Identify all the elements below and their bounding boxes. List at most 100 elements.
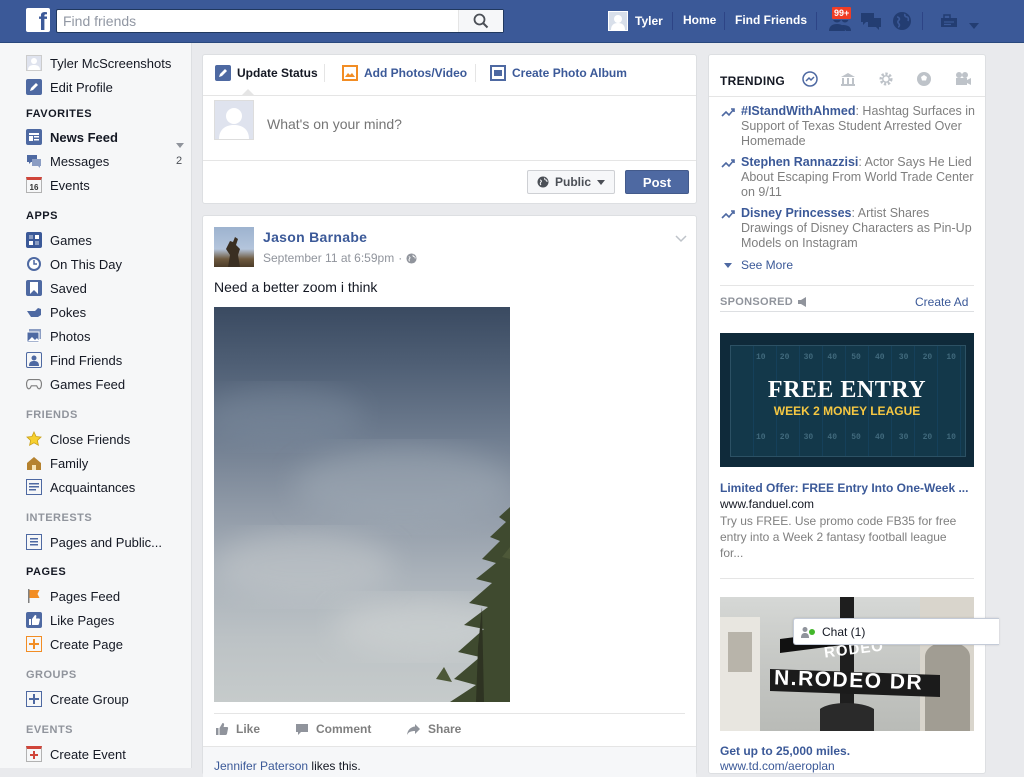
ad-subheadline-graphic: WEEK 2 MONEY LEAGUE <box>773 404 921 418</box>
ad-url[interactable]: www.fanduel.com <box>720 497 814 511</box>
nav-divider <box>816 12 817 30</box>
share-button[interactable]: Share <box>406 722 461 736</box>
sidebar-item-like-pages[interactable]: Like Pages <box>26 610 114 630</box>
post-photo[interactable] <box>214 307 510 702</box>
sidebar-item-saved[interactable]: Saved <box>26 278 87 298</box>
privacy-selector[interactable]: Public <box>527 170 615 194</box>
tab-add-photos-video[interactable]: Add Photos/Video <box>342 65 467 81</box>
trending-topic[interactable]: Stephen Rannazzisi <box>741 155 858 169</box>
tab-trending-science[interactable] <box>878 71 894 92</box>
create-ad-link[interactable]: Create Ad <box>915 295 968 309</box>
post-timestamp[interactable]: September 11 at 6:59pm <box>263 251 394 265</box>
sidebar-item-label: Create Page <box>50 636 123 652</box>
tab-trending-politics[interactable] <box>840 71 856 92</box>
post-button[interactable]: Post <box>625 170 689 194</box>
home-link[interactable]: Home <box>683 13 716 27</box>
sidebar-item-find-friends[interactable]: Find Friends <box>26 350 122 370</box>
sidebar-item-pages-feed[interactable]: Pages Feed <box>26 586 120 606</box>
divider <box>203 95 696 96</box>
thumbs-up-icon <box>26 612 42 628</box>
status-input[interactable] <box>265 115 669 133</box>
trending-arrow-icon <box>802 71 818 87</box>
section-interests[interactable]: INTERESTS <box>26 512 92 524</box>
divider <box>720 285 974 286</box>
comment-label: Comment <box>316 722 372 736</box>
tree-silhouette <box>214 387 510 702</box>
trending-topic[interactable]: Disney Princesses <box>741 206 852 220</box>
author-name[interactable]: Jason Barnabe <box>263 229 367 245</box>
tab-update-status[interactable]: Update Status <box>215 65 318 81</box>
find-friends-icon <box>26 352 42 368</box>
section-events[interactable]: EVENTS <box>26 724 73 736</box>
edit-profile-link[interactable]: Edit Profile <box>26 77 113 97</box>
notifications-jewel[interactable] <box>892 11 912 36</box>
globe-icon <box>406 252 417 264</box>
trending-arrow-icon <box>721 210 735 219</box>
top-bar: f Tyler Home Find Friends 99+ <box>0 0 1024 43</box>
section-friends[interactable]: FRIENDS <box>26 409 78 421</box>
sidebar-item-on-this-day[interactable]: On This Day <box>26 254 122 274</box>
facebook-logo[interactable]: f <box>26 8 50 32</box>
search-input[interactable] <box>57 10 463 32</box>
user-avatar <box>608 11 628 31</box>
trending-topic[interactable]: #IStandWithAhmed <box>741 104 855 118</box>
search-button[interactable] <box>458 10 503 32</box>
tab-trending-top[interactable] <box>802 71 818 92</box>
sidebar-item-create-event[interactable]: Create Event <box>26 744 126 764</box>
liker-name[interactable]: Jennifer Paterson <box>214 759 308 773</box>
tab-create-photo-album[interactable]: Create Photo Album <box>490 65 627 81</box>
ad-url[interactable]: www.td.com/aeroplan <box>720 759 835 773</box>
sidebar-item-create-group[interactable]: Create Group <box>26 689 129 709</box>
divider <box>720 311 974 312</box>
see-more-link[interactable]: See More <box>724 258 793 272</box>
news-feed-options[interactable] <box>176 135 184 153</box>
composer-avatar <box>214 100 254 140</box>
sidebar-item-messages[interactable]: Messages <box>26 151 109 171</box>
sidebar-item-label: Events <box>50 177 90 193</box>
sidebar-item-news-feed[interactable]: News Feed <box>26 127 118 147</box>
sidebar-item-create-page[interactable]: Create Page <box>26 634 123 654</box>
photo-icon <box>342 65 358 81</box>
plus-icon <box>26 691 42 707</box>
comment-button[interactable]: Comment <box>295 722 371 736</box>
sidebar-item-label: Family <box>50 455 89 471</box>
ad-title[interactable]: Limited Offer: FREE Entry Into One-Week … <box>720 481 974 495</box>
messages-icon <box>861 13 881 30</box>
messages-jewel[interactable] <box>860 11 882 36</box>
find-friends-link[interactable]: Find Friends <box>735 13 807 27</box>
sidebar-item-pokes[interactable]: Pokes <box>26 302 86 322</box>
acquaintances-icon <box>26 479 42 495</box>
ad-body: Try us FREE. Use promo code FB35 for fre… <box>720 514 957 560</box>
sidebar-item-games[interactable]: Games <box>26 230 92 250</box>
story-options[interactable] <box>675 230 687 248</box>
sidebar-item-events[interactable]: 16 Events <box>26 175 90 195</box>
plus-icon <box>26 746 42 762</box>
ad-title[interactable]: Get up to 25,000 miles. <box>720 744 850 758</box>
profile-shortcut[interactable]: Tyler McScreenshots <box>26 53 171 73</box>
trending-item[interactable]: Stephen Rannazzisi: Actor Says He Lied A… <box>720 155 981 200</box>
sidebar-item-acquaintances[interactable]: Acquaintances <box>26 477 135 497</box>
chat-tab[interactable]: Chat (1) <box>793 618 999 645</box>
tab-trending-sports[interactable] <box>916 71 932 92</box>
globe-icon <box>537 176 549 188</box>
account-menu[interactable] <box>968 17 980 35</box>
tab-divider <box>324 64 325 82</box>
author-avatar[interactable] <box>214 227 254 267</box>
sidebar-item-photos[interactable]: Photos <box>26 326 90 346</box>
trending-item[interactable]: #IStandWithAhmed: Hashtag Surfaces in Su… <box>720 104 981 149</box>
trending-item[interactable]: Disney Princesses: Artist Shares Drawing… <box>720 206 981 251</box>
like-button[interactable]: Like <box>215 722 260 736</box>
ad-image-fanduel[interactable]: 10 20 30 40 50 40 30 20 10 10 20 30 40 50 40 30 20 10 FR… <box>720 333 974 467</box>
section-favorites: FAVORITES <box>26 108 93 120</box>
trending-arrow-icon <box>721 108 735 117</box>
privacy-shortcuts[interactable] <box>940 14 958 33</box>
tab-trending-entertainment[interactable] <box>954 71 972 92</box>
profile-link[interactable]: Tyler <box>608 11 663 31</box>
sidebar-item-games-feed[interactable]: Games Feed <box>26 374 125 394</box>
sidebar-item-close-friends[interactable]: Close Friends <box>26 429 130 449</box>
sidebar-item-family[interactable]: Family <box>26 453 88 473</box>
section-groups[interactable]: GROUPS <box>26 669 77 681</box>
tab-divider <box>475 64 476 82</box>
section-pages[interactable]: PAGES <box>26 566 66 578</box>
sidebar-item-pages-and-public[interactable]: Pages and Public... <box>26 532 162 552</box>
